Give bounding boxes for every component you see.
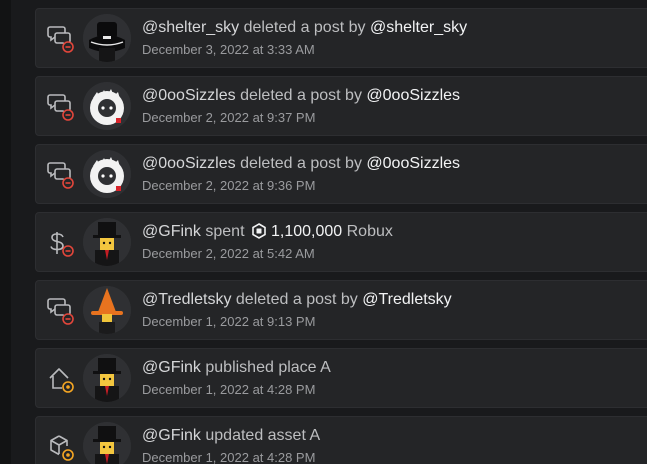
left-sidebar-edge (0, 0, 11, 464)
actor-username[interactable]: @GFink (142, 427, 201, 444)
target-username[interactable]: @shelter_sky (370, 19, 467, 36)
avatar[interactable] (83, 150, 131, 198)
activity-timestamp: December 1, 2022 at 4:28 PM (142, 382, 316, 397)
activity-description: @GFink published place A (142, 358, 331, 378)
activity-feed: @shelter_sky deleted a post by @shelter_… (35, 8, 647, 464)
currency-label: Robux (346, 223, 393, 240)
robux-amount: 1,100,000 (270, 223, 343, 240)
activity-description: @Tredletsky deleted a post by @Tredletsk… (142, 290, 452, 310)
activity-action: deleted a post by (240, 155, 362, 172)
avatar[interactable] (83, 354, 131, 402)
chat-delete-icon (46, 296, 76, 326)
actor-username[interactable]: @0ooSizzles (142, 155, 236, 172)
activity-description: @0ooSizzles deleted a post by @0ooSizzle… (142, 86, 460, 106)
target-username[interactable]: @0ooSizzles (366, 87, 460, 104)
home-publish-icon (46, 364, 76, 394)
actor-username[interactable]: @0ooSizzles (142, 87, 236, 104)
activity-action: updated asset A (205, 427, 321, 444)
activity-description: @GFink spent 1,100,000 Robux (142, 222, 393, 245)
activity-row: @0ooSizzles deleted a post by @0ooSizzle… (35, 76, 647, 136)
actor-username[interactable]: @GFink (142, 359, 201, 376)
actor-username[interactable]: @Tredletsky (142, 291, 231, 308)
avatar[interactable] (83, 422, 131, 464)
activity-row: @0ooSizzles deleted a post by @0ooSizzle… (35, 144, 647, 204)
activity-row: @Tredletsky deleted a post by @Tredletsk… (35, 280, 647, 340)
avatar[interactable] (83, 218, 131, 266)
chat-delete-icon (46, 24, 76, 54)
activity-action: spent (205, 223, 245, 240)
activity-timestamp: December 1, 2022 at 4:28 PM (142, 450, 316, 464)
avatar[interactable] (83, 82, 131, 130)
avatar[interactable] (83, 286, 131, 334)
activity-timestamp: December 1, 2022 at 9:13 PM (142, 314, 316, 329)
activity-action: published place A (205, 359, 331, 376)
activity-action: deleted a post by (240, 87, 362, 104)
activity-action: deleted a post by (235, 291, 358, 308)
activity-timestamp: December 2, 2022 at 9:37 PM (142, 110, 316, 125)
dollar-remove-icon (46, 228, 76, 258)
activity-description: @GFink updated asset A (142, 426, 320, 446)
activity-row: @GFink published place A December 1, 202… (35, 348, 647, 408)
target-username[interactable]: @0ooSizzles (366, 155, 460, 172)
activity-page: @shelter_sky deleted a post by @shelter_… (0, 0, 647, 464)
box-update-icon (46, 432, 76, 462)
target-username[interactable]: @Tredletsky (362, 291, 451, 308)
activity-description: @shelter_sky deleted a post by @shelter_… (142, 18, 467, 38)
chat-delete-icon (46, 160, 76, 190)
robux-icon (251, 223, 267, 245)
actor-username[interactable]: @shelter_sky (142, 19, 239, 36)
activity-timestamp: December 2, 2022 at 9:36 PM (142, 178, 316, 193)
activity-description: @0ooSizzles deleted a post by @0ooSizzle… (142, 154, 460, 174)
chat-delete-icon (46, 92, 76, 122)
activity-row: @GFink updated asset A December 1, 2022 … (35, 416, 647, 464)
avatar[interactable] (83, 14, 131, 62)
actor-username[interactable]: @GFink (142, 223, 201, 240)
activity-timestamp: December 3, 2022 at 3:33 AM (142, 42, 315, 57)
activity-action: deleted a post by (243, 19, 366, 36)
activity-timestamp: December 2, 2022 at 5:42 AM (142, 246, 315, 261)
activity-row: @shelter_sky deleted a post by @shelter_… (35, 8, 647, 68)
activity-row: @GFink spent 1,100,000 Robux December 2,… (35, 212, 647, 272)
